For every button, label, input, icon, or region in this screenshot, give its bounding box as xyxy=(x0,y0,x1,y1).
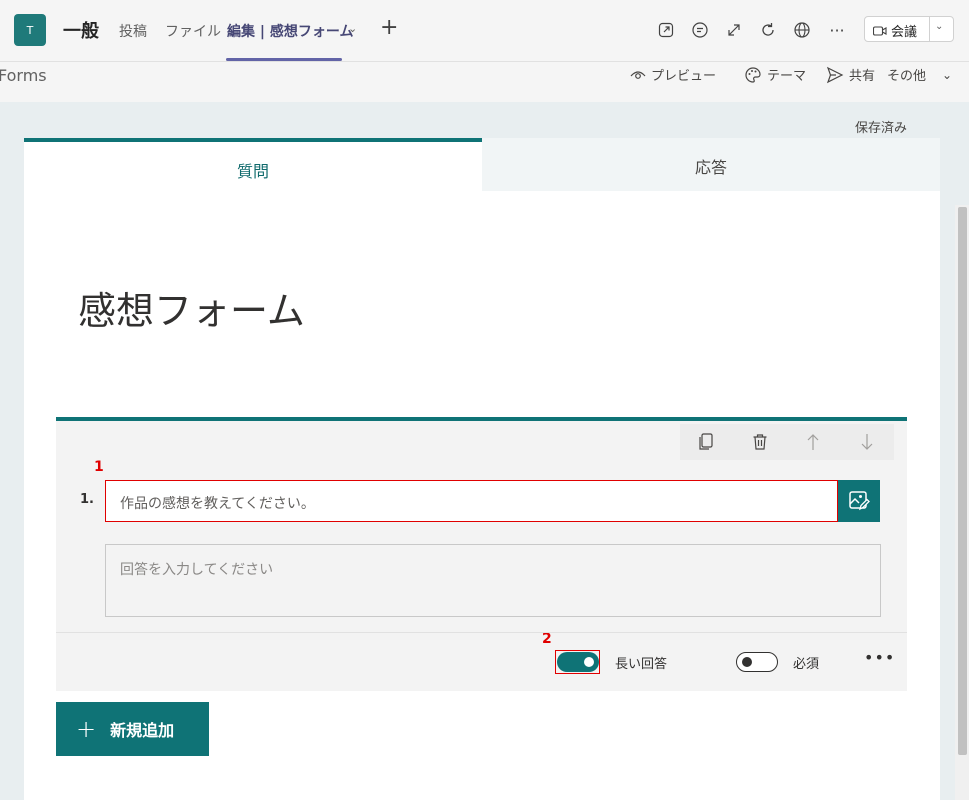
globe-icon[interactable] xyxy=(791,19,813,41)
tab-questions-label: 質問 xyxy=(236,162,269,181)
theme-button[interactable]: テーマ xyxy=(744,65,806,84)
required-toggle[interactable] xyxy=(736,652,778,672)
meet-button-label: 会議 xyxy=(891,25,918,40)
tab-responses[interactable]: 応答 xyxy=(482,138,940,191)
annotation-marker-2: 2 xyxy=(542,631,552,647)
forms-app-label: Forms xyxy=(0,66,47,85)
video-camera-icon xyxy=(873,25,887,36)
question-number: 1. xyxy=(80,492,94,507)
channel-name: 一般 xyxy=(63,21,99,42)
more-options-button[interactable]: その他 xyxy=(887,65,926,84)
question-text-input[interactable]: 作品の感想を教えてください。 xyxy=(105,480,838,522)
tab-edit-form[interactable]: 編集 | 感想フォーム xyxy=(227,21,353,41)
form-title[interactable]: 感想フォーム xyxy=(78,280,305,335)
answer-placeholder-field: 回答を入力してください xyxy=(105,544,881,617)
team-avatar[interactable]: T xyxy=(14,14,46,46)
long-answer-toggle[interactable] xyxy=(557,652,599,672)
eye-icon xyxy=(630,70,646,79)
more-options-icon[interactable]: ••• xyxy=(864,648,895,667)
preview-label: プレビュー xyxy=(651,69,717,84)
copy-icon[interactable] xyxy=(695,431,717,453)
send-icon xyxy=(826,66,844,83)
save-status: 保存済み xyxy=(855,121,908,136)
add-tab-icon[interactable]: + xyxy=(380,15,398,40)
image-edit-icon xyxy=(849,491,870,511)
tab-responses-label: 応答 xyxy=(694,158,727,177)
tab-questions[interactable]: 質問 xyxy=(24,138,482,191)
teams-header: T 一般 投稿 ファイル 編集 | 感想フォーム ⌄ + ··· 会議 ⌄ xyxy=(0,0,969,62)
expand-icon[interactable] xyxy=(723,19,745,41)
theme-label: テーマ xyxy=(767,69,807,84)
chevron-down-icon[interactable]: ⌄ xyxy=(935,21,943,32)
palette-icon xyxy=(745,66,761,83)
scrollbar-thumb[interactable] xyxy=(958,207,967,755)
share-button[interactable]: 共有 xyxy=(826,65,875,84)
chat-icon[interactable] xyxy=(689,19,711,41)
insert-image-button[interactable] xyxy=(838,480,880,522)
more-icon[interactable]: ··· xyxy=(826,19,848,41)
plus-icon: + xyxy=(76,715,97,743)
arrow-up-icon[interactable] xyxy=(802,431,824,453)
reload-icon[interactable] xyxy=(757,19,779,41)
add-new-label: 新規追加 xyxy=(110,721,175,740)
tab-posts[interactable]: 投稿 xyxy=(119,21,147,41)
popout-icon[interactable] xyxy=(655,19,677,41)
chevron-down-icon[interactable]: ⌄ xyxy=(942,68,952,82)
share-label: 共有 xyxy=(849,69,876,84)
annotation-marker-1: 1 xyxy=(94,459,104,475)
long-answer-label: 長い回答 xyxy=(615,657,668,672)
chevron-down-icon[interactable]: ⌄ xyxy=(348,22,357,35)
arrow-down-icon[interactable] xyxy=(856,431,878,453)
required-label: 必須 xyxy=(793,657,820,672)
more-options-label: その他 xyxy=(887,69,927,84)
trash-icon[interactable] xyxy=(749,431,771,453)
forms-toolbar: Forms プレビュー テーマ 共有 その他 ⌄ xyxy=(0,62,969,102)
tab-files[interactable]: ファイル xyxy=(165,21,221,41)
active-tab-indicator xyxy=(226,58,342,61)
divider xyxy=(56,632,907,633)
meet-button[interactable]: 会議 ⌄ xyxy=(864,16,954,42)
preview-button[interactable]: プレビュー xyxy=(630,65,716,84)
add-new-button[interactable]: + 新規追加 xyxy=(56,702,209,756)
